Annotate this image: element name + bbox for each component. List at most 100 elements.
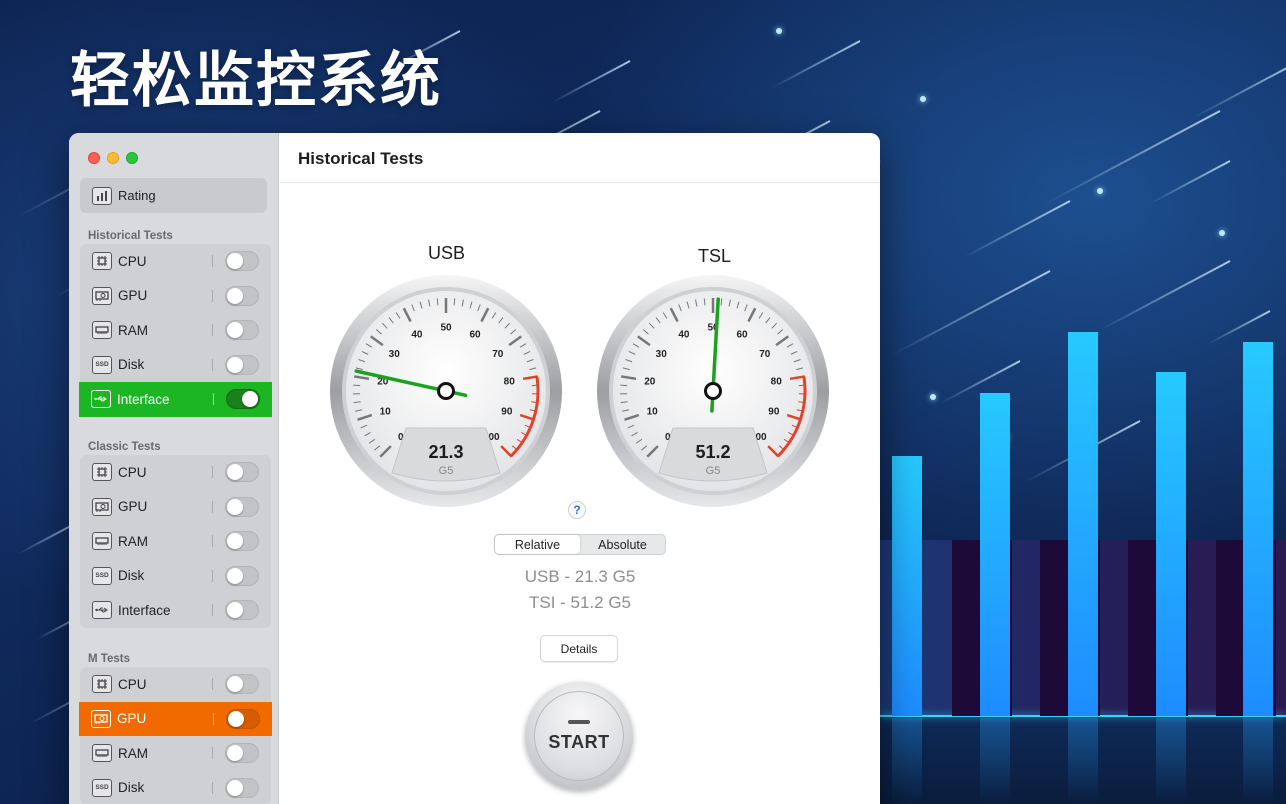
section-title: Historical Tests [88,230,173,242]
gauge-tick-label: 90 [768,406,780,417]
sidebar-item-gpu[interactable]: GPU [80,490,271,525]
bar-reflection [1068,718,1098,804]
sidebar-item-cpu[interactable]: CPU [80,667,271,702]
sidebar-item-interface[interactable]: Interface [79,382,272,417]
bar-reflection [980,718,1010,804]
sidebar-item-label: Rating [118,188,156,203]
sidebar-item-gpu[interactable]: GPU [79,701,272,736]
light-streak [963,200,1071,259]
sidebar-item-rating[interactable]: Rating [80,178,267,213]
divider [212,781,213,794]
needle-hub [437,382,455,400]
absolute-segment[interactable]: Absolute [580,535,665,554]
minor-tick [703,298,706,306]
zoom-button[interactable] [126,152,138,164]
toggle-switch[interactable] [225,531,259,551]
toggle-switch[interactable] [225,251,259,271]
status-led [568,719,590,724]
toggle-switch[interactable] [225,565,259,586]
sidebar-item-ram[interactable]: RAM [80,524,271,559]
toggle-switch[interactable] [225,496,259,517]
divider [212,747,213,759]
toggle-switch[interactable] [225,320,259,340]
decor-bar [892,456,922,716]
gauge-label-usb: USB [428,243,466,263]
close-button[interactable] [88,152,100,164]
light-streak [550,60,631,105]
bar-reflection [1156,718,1186,804]
divider [212,678,213,690]
sidebar-item-disk[interactable]: SSD Disk [80,771,271,804]
divider [212,604,213,616]
toggle-switch[interactable] [226,708,260,729]
sidebar-item-cpu[interactable]: CPU [80,455,271,490]
page-title: Historical Tests [298,149,424,168]
usb-icon [92,601,112,620]
light-streak [1193,60,1286,119]
divider [213,393,214,405]
sidebar: Rating Historical Tests CPU GPU RAM SSD Disk I… [69,133,279,804]
start-button[interactable]: START [525,682,633,790]
gpu-icon [92,286,112,305]
minimize-button[interactable] [107,152,119,164]
decor-bar [1243,342,1273,716]
divider [212,569,213,582]
light-dot [1097,188,1103,194]
divider [280,182,880,183]
light-dot [920,96,926,102]
ram-icon [92,321,112,340]
light-dot [1219,230,1225,236]
gauge-tick-label: 70 [759,349,771,360]
cpu-icon [92,675,112,694]
details-button[interactable]: Details [540,635,618,662]
needle-hub [704,382,722,400]
toggle-switch[interactable] [225,462,259,482]
sidebar-item-gpu[interactable]: GPU [80,279,271,314]
gauge-label-tsl: TSL [698,246,732,266]
gauge-tick-label: 80 [504,376,516,387]
gauge-value: 51.2 [695,442,730,462]
section-title: Classic Tests [88,441,161,453]
result-usb: USB - 21.3 G5 [524,567,636,586]
toggle-switch[interactable] [225,743,259,763]
light-dot [776,28,782,34]
sidebar-item-cpu[interactable]: CPU [80,244,271,279]
light-streak [1042,110,1221,206]
divider [212,500,213,513]
gauge-unit: G5 [706,465,721,477]
gauge-tick-label: 50 [440,323,452,334]
sidebar-item-disk[interactable]: SSD Disk [80,348,271,383]
help-button[interactable]: ? [568,501,586,519]
result-tsi: TSI - 51.2 G5 [528,593,632,612]
toggle-switch[interactable] [225,285,259,306]
sidebar-item-ram[interactable]: RAM [80,736,271,771]
sidebar-item-disk[interactable]: SSD Disk [80,559,271,594]
bar-chart-icon [92,186,112,205]
light-streak [1150,160,1231,205]
toggle-switch[interactable] [225,777,259,798]
gauge-tick-label: 80 [771,376,783,387]
toggle-switch[interactable] [225,354,259,375]
relative-segment[interactable]: Relative [495,535,580,554]
test-group: CPU GPU RAM SSD Disk Interface [79,244,272,417]
toggle-switch[interactable] [225,600,259,620]
minor-tick [436,298,439,306]
bar-reflection [892,718,922,804]
toggle-switch[interactable] [226,389,260,409]
toggle-switch[interactable] [225,674,259,694]
ssd-icon: SSD [92,355,112,374]
cpu-icon [92,252,112,271]
sidebar-item-ram[interactable]: RAM [80,313,271,348]
decor-bar [1068,332,1098,716]
gauge-tick-label: 10 [380,406,392,417]
gpu-icon [92,497,112,516]
gauge-unit: G5 [439,465,454,477]
ram-icon [92,532,112,551]
ssd-icon: SSD [92,566,112,585]
gauge-tick-label: 30 [656,349,668,360]
sidebar-item-interface[interactable]: Interface [80,593,271,628]
test-group: CPU GPU RAM SSD Disk Interface [80,455,271,628]
ram-icon [92,744,112,763]
usb-icon [91,390,111,409]
gauge-tick-label: 70 [492,349,504,360]
